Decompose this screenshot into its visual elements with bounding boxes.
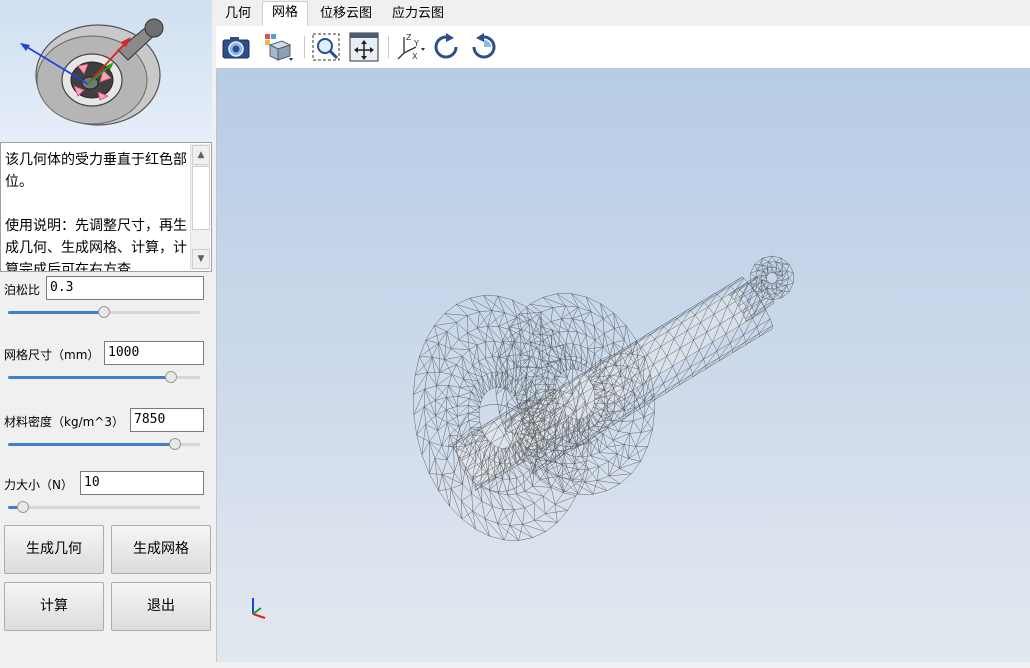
toolbar-separator xyxy=(388,36,389,58)
density-input[interactable]: 7850 xyxy=(130,408,204,432)
slider-handle[interactable] xyxy=(169,438,182,450)
compute-button[interactable]: 计算 xyxy=(4,582,104,631)
description-box[interactable]: 该几何体的受力垂直于红色部位。 使用说明：先调整尺寸，再生成几何、生成网格、计算… xyxy=(0,142,212,272)
description-text: 该几何体的受力垂直于红色部位。 使用说明：先调整尺寸，再生成几何、生成网格、计算… xyxy=(5,152,187,271)
slider-handle[interactable] xyxy=(17,501,30,513)
svg-text:X: X xyxy=(412,52,418,61)
view-toolbar: Z Y X xyxy=(216,26,1030,68)
density-slider[interactable] xyxy=(8,436,200,452)
3d-viewport[interactable] xyxy=(216,68,1030,662)
poisson-slider[interactable] xyxy=(8,304,200,320)
mesh-wireframe-model xyxy=(413,255,794,541)
rotate-cw-icon[interactable] xyxy=(430,31,462,63)
axis-triad-icon[interactable]: Z Y X xyxy=(394,31,426,63)
rotate-ccw-icon[interactable] xyxy=(468,31,500,63)
scrollbar-thumb[interactable] xyxy=(192,166,210,230)
description-scrollbar[interactable]: ▲ ▼ xyxy=(190,144,210,270)
tab-mesh[interactable]: 网格 xyxy=(262,1,308,26)
mesh-size-label: 网格尺寸（mm） xyxy=(4,348,100,362)
tab-geometry[interactable]: 几何 xyxy=(220,3,256,26)
svg-text:Z: Z xyxy=(406,33,412,42)
force-input[interactable]: 10 xyxy=(80,471,204,495)
scroll-up-arrow-icon[interactable]: ▲ xyxy=(192,145,210,165)
geometry-preview xyxy=(0,0,212,142)
exit-button[interactable]: 退出 xyxy=(111,582,211,631)
generate-geometry-button[interactable]: 生成几何 xyxy=(4,525,104,574)
slider-handle[interactable] xyxy=(165,371,178,383)
view-tabs: 几何 网格 位移云图 应力云图 xyxy=(214,0,1030,26)
poisson-input[interactable]: 0.3 xyxy=(46,276,204,300)
camera-icon[interactable] xyxy=(220,31,252,63)
control-panel: 该几何体的受力垂直于红色部位。 使用说明：先调整尺寸，再生成几何、生成网格、计算… xyxy=(0,0,214,668)
fit-all-icon[interactable] xyxy=(348,31,380,63)
mesh-size-slider[interactable] xyxy=(8,369,200,385)
zoom-window-icon[interactable] xyxy=(310,31,342,63)
force-slider[interactable] xyxy=(8,499,200,515)
view-cube-icon[interactable] xyxy=(262,31,294,63)
mesh-size-input[interactable]: 1000 xyxy=(104,341,204,365)
force-label: 力大小（N） xyxy=(4,478,73,492)
svg-text:Y: Y xyxy=(413,39,419,48)
density-label: 材料密度（kg/m^3） xyxy=(4,415,124,429)
tab-displacement[interactable]: 位移云图 xyxy=(314,3,378,26)
generate-mesh-button[interactable]: 生成网格 xyxy=(111,525,211,574)
poisson-label: 泊松比 xyxy=(4,283,41,297)
toolbar-separator xyxy=(304,36,305,58)
view-panel: 几何 网格 位移云图 应力云图 Z Y X xyxy=(214,0,1030,668)
tab-stress[interactable]: 应力云图 xyxy=(386,3,450,26)
axis-orientation-icon xyxy=(252,598,266,619)
slider-handle[interactable] xyxy=(98,306,110,318)
scroll-down-arrow-icon[interactable]: ▼ xyxy=(192,249,210,269)
